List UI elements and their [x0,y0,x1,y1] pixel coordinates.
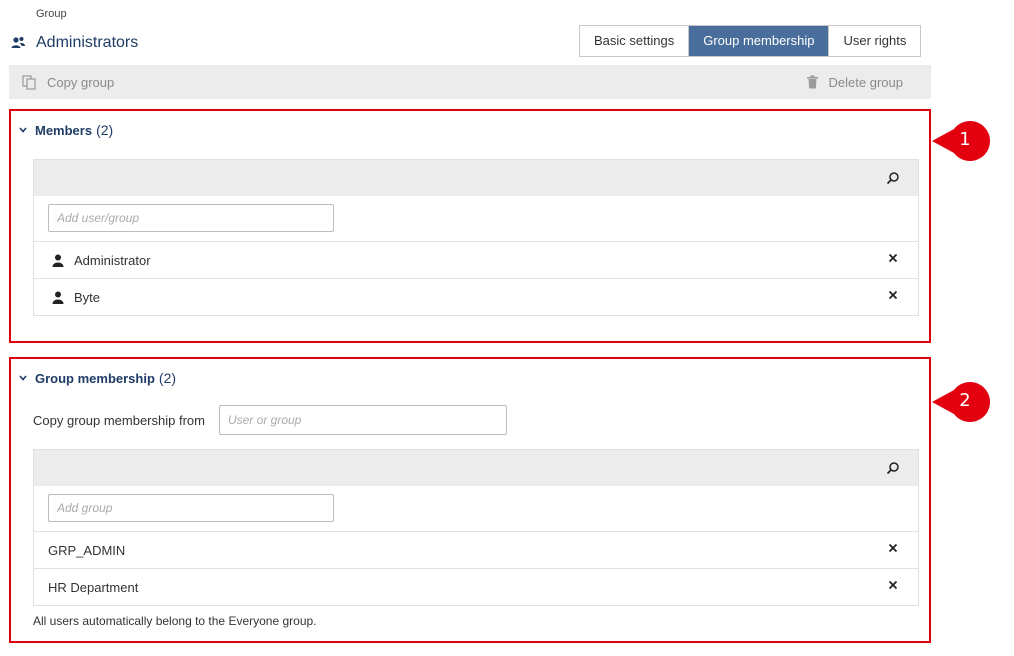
group-membership-heading: Group membership [35,370,155,386]
copy-icon [22,74,36,90]
copy-group-label: Copy group [47,74,115,90]
members-header[interactable]: Members (2) [19,122,113,138]
group-membership-section: Group membership (2) Copy group membersh… [9,357,931,643]
add-group-input[interactable] [48,494,334,522]
membership-panel-bar [34,450,918,486]
page-header: Administrators [10,34,138,52]
close-icon[interactable] [888,543,898,553]
callout-badge-1: 1 [932,121,990,161]
members-panel-bar [34,160,918,196]
person-icon [52,254,64,267]
group-name: HR Department [48,579,139,595]
members-heading: Members [35,122,93,138]
group-membership-panel: GRP_ADMIN HR Department [33,449,919,606]
toolbar: Copy group Delete group [9,65,931,99]
page-title: Administrators [36,34,139,51]
group-membership-count: (2) [158,370,177,386]
list-item: Byte [34,279,918,315]
tab-group-membership[interactable]: Group membership [689,26,830,56]
list-item: GRP_ADMIN [34,532,918,569]
copy-group-button[interactable]: Copy group [22,65,114,99]
delete-group-button[interactable]: Delete group [806,65,903,99]
tab-basic-settings[interactable]: Basic settings [580,26,690,56]
members-add-row [34,196,918,242]
delete-group-label: Delete group [828,74,903,90]
close-icon[interactable] [888,580,898,590]
everyone-group-note: All users automatically belong to the Ev… [33,614,317,628]
list-item: HR Department [34,569,918,605]
group-name: GRP_ADMIN [48,542,126,558]
member-name: Administrator [74,252,151,268]
callout-number: 2 [959,390,971,411]
callout-badge-2: 2 [932,382,990,422]
members-count: (2) [96,122,114,138]
tab-bar: Basic settings Group membership User rig… [579,25,922,57]
membership-add-row [34,486,918,532]
breadcrumb: Group [36,8,67,20]
trash-icon [806,75,818,89]
chevron-down-icon [19,375,27,381]
close-icon[interactable] [888,290,898,300]
search-icon[interactable] [886,461,900,475]
group-icon [11,37,25,48]
chevron-down-icon [19,127,27,133]
copy-membership-label: Copy group membership from [33,412,205,428]
copy-membership-row: Copy group membership from [33,405,507,435]
list-item: Administrator [34,242,918,279]
close-icon[interactable] [888,253,898,263]
add-user-input[interactable] [48,204,334,232]
person-icon [52,291,64,304]
member-name: Byte [74,289,101,305]
members-panel: Administrator Byte [33,159,919,316]
search-icon[interactable] [886,171,900,185]
group-membership-header[interactable]: Group membership (2) [19,370,176,386]
callout-number: 1 [959,129,971,150]
members-section: Members (2) Administrator [9,109,931,343]
copy-membership-input[interactable] [218,405,507,435]
tab-user-rights[interactable]: User rights [829,26,921,56]
